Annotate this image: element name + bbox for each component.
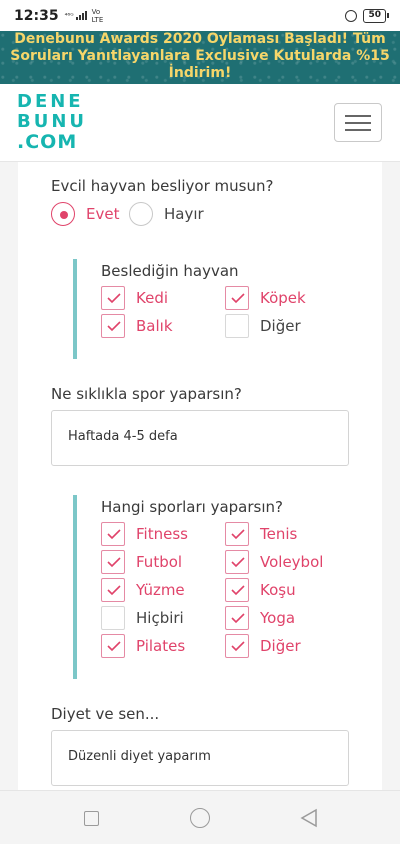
- home-icon[interactable]: [190, 808, 210, 828]
- checkbox-yuzme[interactable]: [101, 578, 125, 602]
- sport-subgroup-title: Hangi sporları yaparsın?: [101, 498, 283, 516]
- logo-line-1: DENE: [17, 91, 84, 112]
- back-icon[interactable]: [300, 808, 318, 832]
- check-icon: [231, 613, 245, 624]
- checkbox-pet-diger[interactable]: [225, 314, 249, 338]
- checkbox-kedi[interactable]: [101, 286, 125, 310]
- check-icon: [107, 293, 121, 304]
- volte-label: Vo: [91, 7, 101, 16]
- radio-evet-label[interactable]: Evet: [86, 205, 119, 223]
- network-type: ⁴⁶ᴳ: [64, 11, 74, 20]
- alarm-icon: [345, 9, 358, 22]
- checkbox-kedi-label[interactable]: Kedi: [136, 289, 168, 307]
- check-icon: [231, 585, 245, 596]
- diet-question: Diyet ve sen...: [51, 705, 160, 723]
- checkbox-kosu-label[interactable]: Koşu: [260, 581, 296, 599]
- sport-subgroup-bar: [73, 495, 77, 679]
- check-icon: [231, 557, 245, 568]
- promo-banner[interactable]: Denebunu Awards 2020 Oylaması Başladı! T…: [0, 31, 400, 84]
- checkbox-pet-diger-label[interactable]: Diğer: [260, 317, 301, 335]
- status-bar: 12:35 ⁴⁶ᴳ Vo LTE 50: [0, 0, 400, 31]
- checkbox-balik[interactable]: [101, 314, 125, 338]
- checkbox-tenis[interactable]: [225, 522, 249, 546]
- status-time: 12:35: [14, 7, 59, 24]
- logo-line-3: .COM: [17, 131, 78, 153]
- checkbox-yoga-label[interactable]: Yoga: [260, 609, 295, 627]
- check-icon: [107, 557, 121, 568]
- checkbox-yoga[interactable]: [225, 606, 249, 630]
- pet-subgroup-bar: [73, 259, 77, 359]
- checkbox-futbol-label[interactable]: Futbol: [136, 553, 182, 571]
- check-icon: [107, 529, 121, 540]
- sport-frequency-select[interactable]: Haftada 4-5 defa: [51, 410, 349, 466]
- check-icon: [107, 641, 121, 652]
- checkbox-kopek[interactable]: [225, 286, 249, 310]
- check-icon: [231, 641, 245, 652]
- check-icon: [231, 529, 245, 540]
- battery-icon: 50: [363, 8, 389, 23]
- system-nav-bar: [0, 790, 400, 844]
- recent-apps-icon[interactable]: [84, 811, 99, 826]
- diet-select[interactable]: Düzenli diyet yaparım: [51, 730, 349, 786]
- radio-hayir[interactable]: [129, 202, 153, 226]
- radio-evet[interactable]: [51, 202, 75, 226]
- check-icon: [231, 293, 245, 304]
- signal-icon: [75, 10, 90, 22]
- lte-label: LTE: [91, 15, 104, 24]
- pet-subgroup-title: Beslediğin hayvan: [101, 262, 239, 280]
- site-header: DENE BUNU .COM: [0, 84, 400, 162]
- checkbox-voleybol-label[interactable]: Voleybol: [260, 553, 323, 571]
- checkbox-hicbiri[interactable]: [101, 606, 125, 630]
- checkbox-fitness-label[interactable]: Fitness: [136, 525, 188, 543]
- checkbox-pilates[interactable]: [101, 634, 125, 658]
- survey-form: Evcil hayvan besliyor musun? Evet Hayır …: [18, 162, 382, 790]
- sport-frequency-question: Ne sıklıkla spor yaparsın?: [51, 385, 242, 403]
- site-logo[interactable]: DENE BUNU .COM: [17, 91, 88, 153]
- hamburger-menu-button[interactable]: [334, 103, 382, 142]
- checkbox-hicbiri-label[interactable]: Hiçbiri: [136, 609, 184, 627]
- checkbox-voleybol[interactable]: [225, 550, 249, 574]
- checkbox-sport-diger[interactable]: [225, 634, 249, 658]
- hamburger-icon: [345, 114, 371, 117]
- checkbox-sport-diger-label[interactable]: Diğer: [260, 637, 301, 655]
- promo-banner-text: Denebunu Awards 2020 Oylaması Başladı! T…: [10, 31, 390, 81]
- network-indicator: ⁴⁶ᴳ Vo LTE: [65, 8, 104, 24]
- checkbox-balik-label[interactable]: Balık: [136, 317, 173, 335]
- check-icon: [107, 321, 121, 332]
- checkbox-pilates-label[interactable]: Pilates: [136, 637, 185, 655]
- pet-question: Evcil hayvan besliyor musun?: [51, 177, 274, 195]
- check-icon: [107, 585, 121, 596]
- checkbox-fitness[interactable]: [101, 522, 125, 546]
- logo-line-2: BUNU: [17, 111, 88, 132]
- radio-hayir-label[interactable]: Hayır: [164, 205, 204, 223]
- checkbox-yuzme-label[interactable]: Yüzme: [136, 581, 185, 599]
- checkbox-kopek-label[interactable]: Köpek: [260, 289, 306, 307]
- checkbox-tenis-label[interactable]: Tenis: [260, 525, 297, 543]
- checkbox-kosu[interactable]: [225, 578, 249, 602]
- checkbox-futbol[interactable]: [101, 550, 125, 574]
